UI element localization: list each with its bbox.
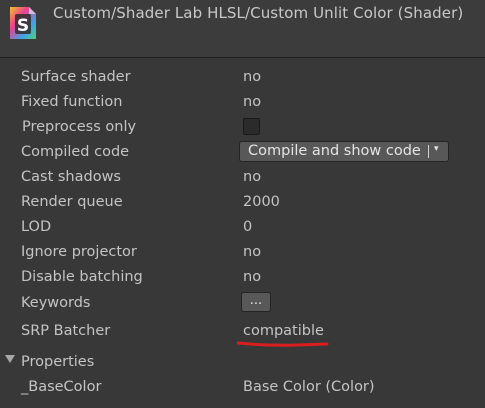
row-lod: LOD 0 — [0, 216, 485, 241]
label-srp-batcher: SRP Batcher — [21, 323, 111, 339]
label-preprocess-only: Preprocess only — [22, 119, 137, 135]
property-value: Base Color (Color) — [243, 379, 375, 395]
shader-file-icon: S — [10, 7, 36, 39]
label-cast-shadows: Cast shadows — [21, 169, 121, 185]
label-compiled-code: Compiled code — [21, 144, 130, 160]
compile-and-show-code-dropdown[interactable]: Compile and show code ▾ — [239, 141, 449, 162]
label-ignore-projector: Ignore projector — [21, 244, 137, 260]
preprocess-only-checkbox[interactable] — [243, 118, 260, 135]
value-surface-shader: no — [243, 69, 262, 85]
keywords-more-button[interactable]: ... — [241, 292, 271, 312]
value-ignore-projector: no — [243, 244, 262, 260]
label-fixed-function: Fixed function — [21, 94, 123, 110]
dropdown-label: Compile and show code — [248, 143, 421, 159]
inspector-title: Custom/Shader Lab HLSL/Custom Unlit Colo… — [53, 4, 464, 22]
row-fixed-function: Fixed function no — [0, 91, 485, 116]
row-surface-shader: Surface shader no — [0, 66, 485, 91]
value-disable-batching: no — [243, 269, 262, 285]
value-srp-batcher: compatible — [243, 323, 324, 339]
row-disable-batching: Disable batching no — [0, 266, 485, 291]
shader-icon-letter: S — [17, 16, 29, 36]
value-lod: 0 — [243, 219, 253, 235]
foldout-arrow-down-icon[interactable] — [5, 355, 15, 363]
dropdown-separator — [428, 145, 429, 158]
row-preprocess-only: Preprocess only — [0, 116, 485, 141]
row-srp-batcher: SRP Batcher compatible — [0, 320, 485, 347]
properties-foldout[interactable]: Properties — [0, 351, 485, 376]
row-compiled-code: Compiled code Compile and show code ▾ — [0, 141, 485, 166]
red-underline-annotation — [237, 341, 329, 347]
label-surface-shader: Surface shader — [21, 69, 131, 85]
label-render-queue: Render queue — [21, 194, 123, 210]
dropdown-arrow-icon[interactable]: ▾ — [434, 144, 439, 154]
label-keywords: Keywords — [21, 295, 91, 311]
value-fixed-function: no — [243, 94, 262, 110]
properties-header: Properties — [21, 354, 95, 370]
property-row: _BaseColor Base Color (Color) — [0, 376, 485, 401]
row-render-queue: Render queue 2000 — [0, 191, 485, 216]
row-cast-shadows: Cast shadows no — [0, 166, 485, 191]
row-keywords: Keywords ... — [0, 292, 485, 317]
row-ignore-projector: Ignore projector no — [0, 241, 485, 266]
inspector-header: S Custom/Shader Lab HLSL/Custom Unlit Co… — [0, 0, 485, 58]
property-name: _BaseColor — [21, 379, 102, 395]
value-cast-shadows: no — [243, 169, 262, 185]
label-disable-batching: Disable batching — [21, 269, 143, 285]
value-render-queue: 2000 — [243, 194, 280, 210]
label-lod: LOD — [21, 219, 52, 235]
